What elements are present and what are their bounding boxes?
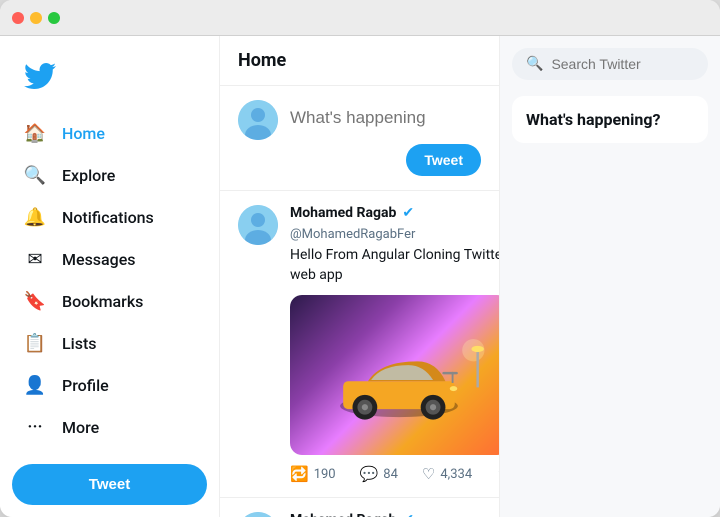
sidebar-item-label: More xyxy=(62,418,99,437)
tweet-content: Mohamed Ragab ✔ @MohamedRagabFer Hello F… xyxy=(290,512,500,517)
comment-action[interactable]: 💬 84 xyxy=(360,465,398,483)
tweet-username: Mohamed Ragab xyxy=(290,512,396,517)
minimize-button[interactable] xyxy=(30,12,42,24)
compose-actions: Tweet xyxy=(290,144,481,176)
profile-icon: 👤 xyxy=(24,374,46,396)
verified-icon: ✔ xyxy=(402,205,414,221)
traffic-lights xyxy=(12,12,60,24)
compose-tweet-button[interactable]: Tweet xyxy=(406,144,481,176)
like-count: 4,334 xyxy=(440,467,472,482)
tweets-container: Mohamed Ragab ✔ @MohamedRagabFer Hello F… xyxy=(220,191,499,517)
retweet-icon: 🔁 xyxy=(290,465,309,483)
close-button[interactable] xyxy=(12,12,24,24)
tweet-header: Mohamed Ragab ✔ @MohamedRagabFer xyxy=(290,512,500,517)
titlebar xyxy=(0,0,720,36)
tweet-image xyxy=(290,295,500,455)
lists-icon: 📋 xyxy=(24,332,46,354)
search-icon: 🔍 xyxy=(526,56,543,72)
like-icon: ♡ xyxy=(422,465,435,483)
sidebar-item-label: Home xyxy=(62,124,105,143)
sidebar-item-bookmarks[interactable]: 🔖 Bookmarks xyxy=(12,280,207,322)
sidebar-item-label: Bookmarks xyxy=(62,292,143,311)
compose-avatar-image xyxy=(238,100,278,140)
bookmarks-icon: 🔖 xyxy=(24,290,46,312)
home-icon: 🏠 xyxy=(24,122,46,144)
sidebar-item-lists[interactable]: 📋 Lists xyxy=(12,322,207,364)
compose-avatar xyxy=(238,100,278,140)
messages-icon: ✉ xyxy=(24,248,46,270)
twitter-logo-icon xyxy=(24,60,56,92)
tweet-card: Mohamed Ragab ✔ @MohamedRagabFer Hello F… xyxy=(220,498,499,517)
comment-icon: 💬 xyxy=(360,465,379,483)
maximize-button[interactable] xyxy=(48,12,60,24)
compose-right: Tweet xyxy=(290,100,481,176)
sidebar: 🏠 Home 🔍 Explore 🔔 Notifications ✉ Messa… xyxy=(0,36,220,517)
tweet-content: Mohamed Ragab ✔ @MohamedRagabFer Hello F… xyxy=(290,205,500,483)
tweet-text: Hello From Angular Cloning Twitter web a… xyxy=(290,246,500,285)
trending-title: What's happening? xyxy=(526,110,694,129)
right-sidebar: 🔍 What's happening? xyxy=(500,36,720,517)
sidebar-item-profile[interactable]: 👤 Profile xyxy=(12,364,207,406)
tweet-avatar xyxy=(238,205,278,245)
search-box[interactable]: 🔍 xyxy=(512,48,708,80)
tweet-username: Mohamed Ragab xyxy=(290,205,396,221)
retweet-count: 190 xyxy=(314,467,336,482)
tweet-header: Mohamed Ragab ✔ @MohamedRagabFer xyxy=(290,205,500,242)
sidebar-item-label: Notifications xyxy=(62,208,154,227)
tweet-actions: 🔁 190 💬 84 ♡ 4,334 ⬆ xyxy=(290,465,500,483)
nav-items-container: 🏠 Home 🔍 Explore 🔔 Notifications ✉ Messa… xyxy=(12,112,207,448)
sidebar-tweet-button[interactable]: Tweet xyxy=(12,464,207,505)
tweet-car-illustration xyxy=(306,307,492,443)
tweet-card: Mohamed Ragab ✔ @MohamedRagabFer Hello F… xyxy=(220,191,499,498)
sidebar-logo xyxy=(12,52,207,104)
sidebar-item-label: Explore xyxy=(62,166,115,185)
feed-header: Home xyxy=(220,36,499,86)
notifications-icon: 🔔 xyxy=(24,206,46,228)
like-action[interactable]: ♡ 4,334 xyxy=(422,465,472,483)
main-feed: Home Tweet xyxy=(220,36,500,517)
explore-icon: 🔍 xyxy=(24,164,46,186)
app-body: 🏠 Home 🔍 Explore 🔔 Notifications ✉ Messa… xyxy=(0,36,720,517)
sidebar-item-more[interactable]: ··· More xyxy=(12,406,207,448)
sidebar-item-label: Messages xyxy=(62,250,136,269)
sidebar-item-label: Profile xyxy=(62,376,109,395)
sidebar-item-explore[interactable]: 🔍 Explore xyxy=(12,154,207,196)
comment-count: 84 xyxy=(383,467,398,482)
more-icon: ··· xyxy=(24,416,46,438)
sidebar-item-notifications[interactable]: 🔔 Notifications xyxy=(12,196,207,238)
search-input[interactable] xyxy=(551,56,694,72)
sidebar-item-label: Lists xyxy=(62,334,97,353)
verified-icon: ✔ xyxy=(402,512,414,517)
app-window: 🏠 Home 🔍 Explore 🔔 Notifications ✉ Messa… xyxy=(0,0,720,517)
tweet-avatar xyxy=(238,512,278,517)
trending-box: What's happening? xyxy=(512,96,708,143)
sidebar-item-home[interactable]: 🏠 Home xyxy=(12,112,207,154)
sidebar-item-messages[interactable]: ✉ Messages xyxy=(12,238,207,280)
compose-input[interactable] xyxy=(290,100,481,136)
retweet-action[interactable]: 🔁 190 xyxy=(290,465,336,483)
compose-box: Tweet xyxy=(220,86,499,191)
tweet-handle: @MohamedRagabFer xyxy=(290,227,415,242)
